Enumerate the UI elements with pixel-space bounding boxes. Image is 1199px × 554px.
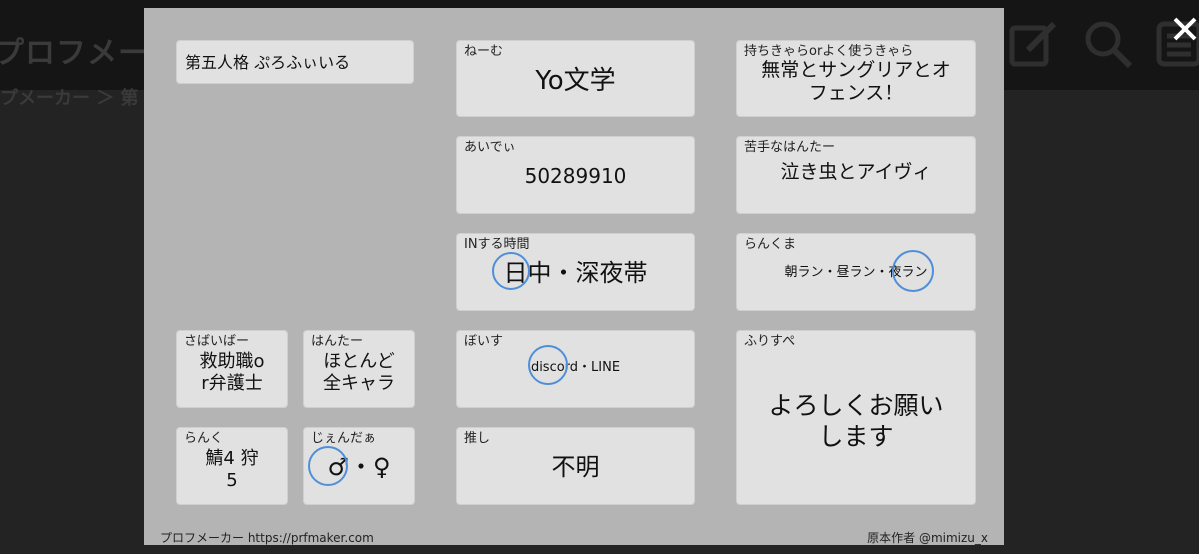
hunter-value-line1: ほとんど [323,351,395,372]
free-space-label: ふりすぺ [744,334,796,349]
survivor-card: さばいばー 救助職o r弁護士 [176,330,288,408]
survivor-value-line1: 救助職o [199,351,265,372]
voice-label: ぼいす [464,334,504,349]
rank-match-label: らんくま [744,237,797,252]
free-space-line1: よろしくお願い [768,391,944,420]
edit-icon[interactable] [1008,18,1060,70]
rank-card: らんく 鯖4 狩 5 [176,427,288,505]
name-value: Yo文学 [535,66,616,96]
footer-credit-left: プロフメーカー https://prfmaker.com [160,531,374,545]
hunter-label: はんたー [311,334,364,349]
close-icon[interactable] [1170,14,1199,44]
breadcrumb[interactable]: プメーカー ＞ 第 [0,84,139,110]
main-chars-value-line1: 無常とサングリアとオ [761,59,951,81]
free-space-card: ふりすぺ よろしくお願い します [736,330,976,505]
in-time-label: INする時間 [464,237,530,252]
name-card: ねーむ Yo文学 [456,40,695,117]
survivor-value-line2: r弁護士 [201,373,263,394]
main-chars-value-line2: フェンス！ [808,82,904,104]
in-time-card: INする時間 日中・深夜帯 [456,233,695,311]
profile-title: 第五人格 ぷろふぃいる [185,53,351,72]
free-space-line2: します [818,422,894,451]
oshi-value: 不明 [551,453,600,481]
rank-value-line2: 5 [226,470,238,491]
weak-hunter-value: 泣き虫とアイヴィ [780,161,932,183]
oshi-label: 推し [464,431,491,446]
selection-circle [528,345,568,385]
main-chars-card: 持ちきゃらorよく使うきゃら 無常とサングリアとオ フェンス！ [736,40,976,117]
profile-image-modal: 第五人格 ぷろふぃいる ねーむ Yo文学 あいでぃ 50289910 INする時… [144,8,1004,545]
main-chars-label: 持ちきゃらorよく使うきゃら [744,44,914,59]
selection-circle [892,250,934,292]
profile-title-card: 第五人格 ぷろふぃいる [176,40,414,84]
voice-value: discord・LINE [530,360,621,375]
id-label: あいでぃ [464,140,516,155]
weak-hunter-label: 苦手なはんたー [744,140,836,155]
survivor-label: さばいばー [184,334,250,349]
voice-card: ぼいす discord・LINE [456,330,695,408]
id-value: 50289910 [524,164,627,188]
hunter-card: はんたー ほとんど 全キャラ [303,330,415,408]
id-card: あいでぃ 50289910 [456,136,695,214]
selection-circle [492,252,530,290]
rank-match-card: らんくま 朝ラン・昼ラン・夜ラン [736,233,976,311]
gender-card: じぇんだぁ ♂・♀ [303,427,415,505]
selection-circle [308,446,348,486]
search-icon[interactable] [1082,18,1134,70]
weak-hunter-card: 苦手なはんたー 泣き虫とアイヴィ [736,136,976,214]
gender-label: じぇんだぁ [311,431,377,446]
rank-match-value: 朝ラン・昼ラン・夜ラン [784,265,928,280]
footer-credit-right: 原本作者 @mimizu_x [867,531,988,545]
rank-label: らんく [184,431,224,446]
name-label: ねーむ [464,44,504,59]
hunter-value-line2: 全キャラ [323,373,395,394]
rank-value-line1: 鯖4 狩 [205,448,259,469]
oshi-card: 推し 不明 [456,427,695,505]
